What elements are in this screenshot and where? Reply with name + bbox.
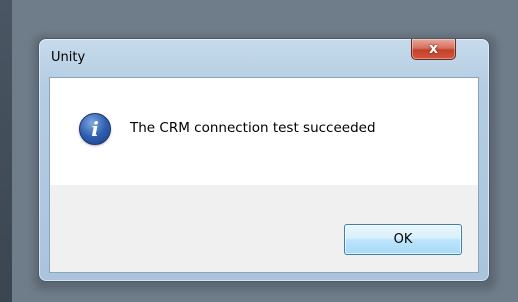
desktop-background-strip [0, 0, 12, 302]
dialog-title: Unity [51, 50, 86, 65]
message-dialog: Unity x i The CRM connection test succee… [38, 38, 490, 282]
message-area: i The CRM connection test succeeded [50, 78, 478, 185]
dialog-message: The CRM connection test succeeded [130, 120, 376, 136]
ok-button[interactable]: OK [344, 224, 462, 255]
info-icon: i [79, 113, 111, 145]
info-icon-glyph: i [91, 117, 99, 141]
dialog-content: i The CRM connection test succeeded OK [49, 77, 479, 273]
close-button[interactable]: x [411, 39, 456, 60]
close-icon: x [428, 41, 439, 57]
